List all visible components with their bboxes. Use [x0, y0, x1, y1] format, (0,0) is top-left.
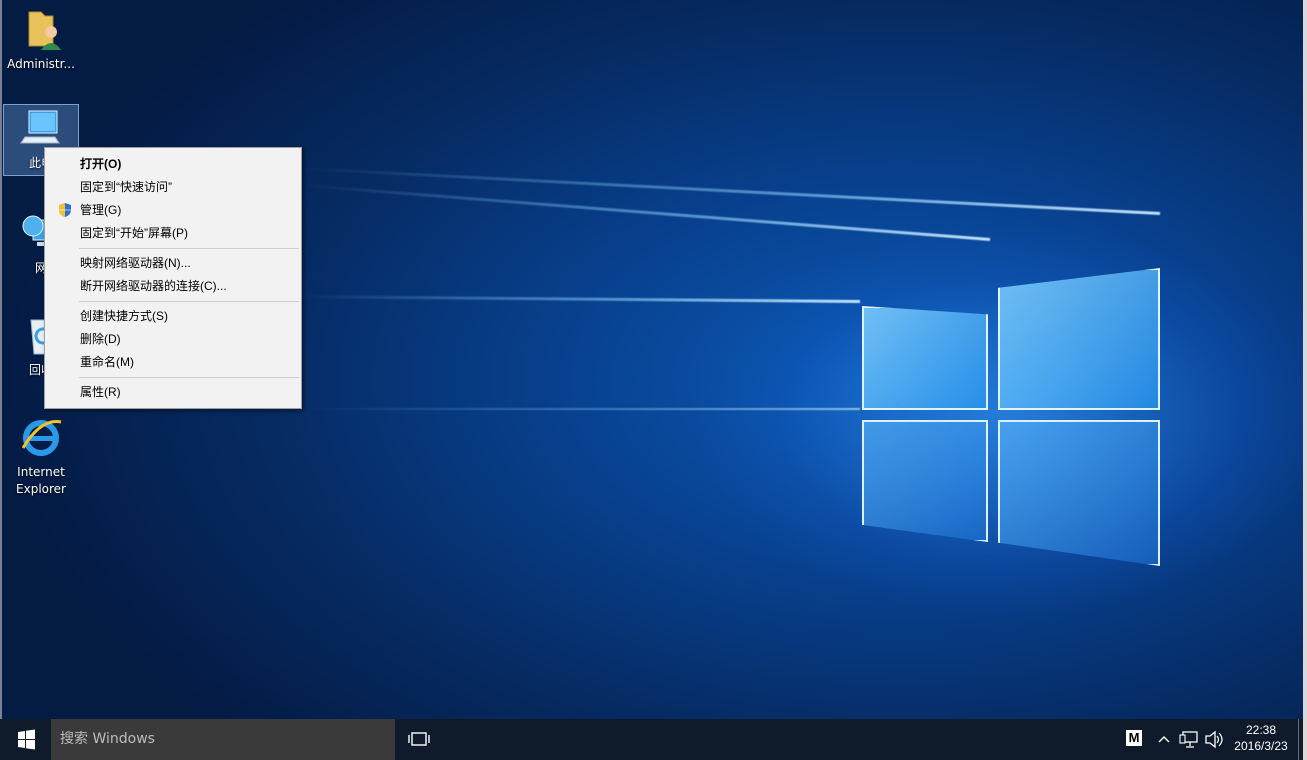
clock-date: 2016/3/23 — [1234, 739, 1288, 753]
chevron-up-icon — [1158, 736, 1170, 743]
menu-item-label: 管理(G) — [80, 203, 122, 217]
windows-start-icon — [18, 729, 35, 750]
windows-logo-pane — [862, 306, 988, 410]
menu-item-pin-start[interactable]: 固定到“开始”屏幕(P) — [47, 222, 299, 244]
volume-tray-button[interactable] — [1202, 719, 1224, 760]
this-pc-icon — [17, 105, 65, 153]
taskbar: 搜索 Windows M 22:38 2016/3/23 — [0, 719, 1307, 760]
windows-logo-pane — [998, 268, 1160, 410]
desktop-icon-label: Administr... — [7, 57, 75, 71]
desktop-icon-label: Explorer — [16, 482, 66, 496]
start-button[interactable] — [0, 719, 51, 760]
desktop-icon-internet-explorer[interactable]: Internet Explorer — [3, 414, 79, 498]
menu-item-properties[interactable]: 属性(R) — [47, 381, 299, 403]
desktop-icon-label: Internet — [17, 465, 65, 479]
menu-item-label: 断开网络驱动器的连接(C)... — [80, 279, 227, 293]
windows-logo-pane — [862, 420, 988, 542]
clock-time: 22:38 — [1245, 723, 1277, 737]
speaker-icon — [1205, 730, 1223, 749]
task-view-icon — [408, 732, 430, 746]
user-folder-icon — [17, 6, 65, 54]
context-menu: 打开(O) 固定到“快速访问” 管理(G) 固定到“开始”屏幕(P) 映射网络驱… — [44, 147, 302, 409]
menu-item-label: 创建快捷方式(S) — [80, 309, 168, 323]
menu-item-pin-quick-access[interactable]: 固定到“快速访问” — [47, 176, 299, 198]
wallpaper-light-beam — [300, 295, 861, 303]
menu-separator — [79, 377, 299, 378]
menu-item-label: 固定到“快速访问” — [80, 180, 172, 194]
menu-item-label: 固定到“开始”屏幕(P) — [80, 226, 188, 240]
windows-logo-pane — [998, 420, 1160, 566]
search-input[interactable]: 搜索 Windows — [51, 719, 395, 760]
menu-item-label: 映射网络驱动器(N)... — [80, 256, 191, 270]
desktop-icon-administrator[interactable]: Administr... — [3, 6, 79, 73]
menu-item-label: 打开(O) — [80, 157, 122, 171]
wallpaper-light-beam — [300, 408, 860, 410]
menu-item-label: 重命名(M) — [80, 355, 134, 369]
search-placeholder: 搜索 Windows — [60, 731, 155, 747]
menu-item-manage[interactable]: 管理(G) — [47, 199, 299, 221]
window-frame-right — [1303, 0, 1307, 760]
menu-item-delete[interactable]: 删除(D) — [47, 328, 299, 350]
menu-item-open[interactable]: 打开(O) — [47, 153, 299, 175]
menu-item-map-network-drive[interactable]: 映射网络驱动器(N)... — [47, 252, 299, 274]
ime-mode-badge: M — [1126, 730, 1142, 746]
wallpaper-light-beam — [301, 166, 1161, 215]
wallpaper-light-beam — [302, 183, 991, 241]
uac-shield-icon — [57, 202, 73, 218]
menu-item-label: 属性(R) — [80, 385, 121, 399]
menu-item-rename[interactable]: 重命名(M) — [47, 351, 299, 373]
network-tray-button[interactable] — [1178, 719, 1202, 760]
menu-item-create-shortcut[interactable]: 创建快捷方式(S) — [47, 305, 299, 327]
task-view-button[interactable] — [399, 719, 439, 760]
menu-item-label: 删除(D) — [80, 332, 121, 346]
menu-separator — [79, 301, 299, 302]
window-frame-left — [0, 0, 2, 719]
show-hidden-icons-button[interactable] — [1154, 719, 1174, 760]
internet-explorer-icon — [17, 414, 65, 462]
network-tray-icon — [1179, 731, 1198, 748]
menu-separator — [79, 248, 299, 249]
desktop-wallpaper[interactable]: Administr... 此电 网 回收 Internet Explorer 打… — [0, 0, 1307, 719]
ime-indicator[interactable]: M — [1126, 719, 1146, 760]
taskbar-clock[interactable]: 22:38 2016/3/23 — [1226, 722, 1296, 754]
menu-item-disconnect-network-drive[interactable]: 断开网络驱动器的连接(C)... — [47, 275, 299, 297]
